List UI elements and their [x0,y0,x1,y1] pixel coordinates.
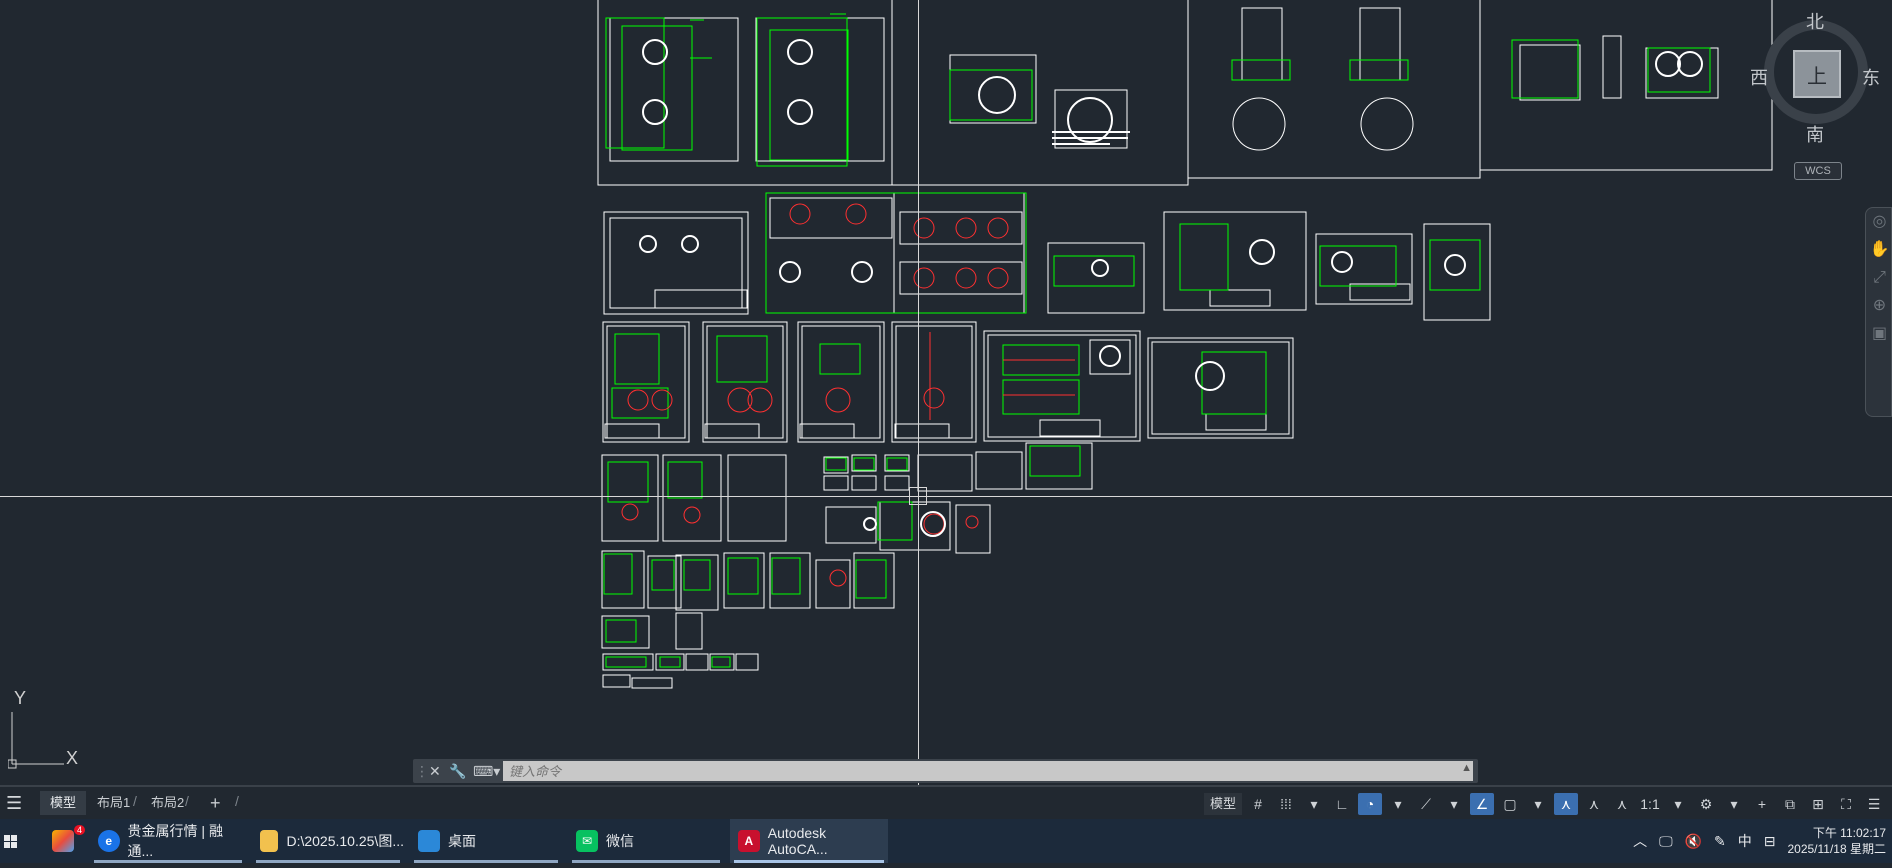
snap-dropdown-icon[interactable]: ▾ [1302,793,1326,815]
system-tray: ︿ 🖵 🔇 ✎ 中 ⊟ 下午 11:02:17 2025/11/18 星期二 [1633,819,1892,863]
auto-scale-icon[interactable]: ⋏ [1582,793,1606,815]
ucs-x-label: X [66,748,79,768]
tab-layout2[interactable]: 布局2 [141,791,194,815]
customize-wrench-icon[interactable]: 🔧 [449,759,466,783]
grid-icon[interactable]: # [1246,793,1270,815]
tray-overflow-chevron-icon[interactable]: ︿ [1633,831,1647,851]
crosshair-vertical [918,0,919,785]
pen-icon[interactable]: ✎ [1714,833,1726,850]
folder-icon [260,830,279,852]
layout-menu-icon[interactable]: ☰ [6,793,22,814]
tab-layout1[interactable]: 布局1 [87,791,140,815]
compass-south-label[interactable]: 南 [1806,121,1824,147]
compass-east-label[interactable]: 东 [1862,64,1880,90]
windows-taskbar: 4 e 贵金属行情 | 融通... D:\2025.10.25\图... 桌面 … [0,819,1892,863]
isodraft-dropdown-icon[interactable]: ▾ [1442,793,1466,815]
object-snap-dropdown-icon[interactable]: ▾ [1526,793,1550,815]
units-icon[interactable]: ⧉ [1778,793,1802,815]
ucs-y-label: Y [14,688,27,708]
isodraft-icon[interactable]: ⟋ [1414,793,1438,815]
orbit-icon[interactable]: ⊕ [1866,292,1892,320]
taskbar-app-browser[interactable]: e 贵金属行情 | 融通... [90,819,246,863]
app-store-icon [52,830,74,852]
viewcube-top-face[interactable]: 上 [1793,50,1841,98]
wechat-icon: ✉ [576,830,598,852]
command-line-close-icon[interactable]: ✕ [429,759,441,783]
workspace-dropdown-icon[interactable]: ▾ [1722,793,1746,815]
annotation-visibility-icon[interactable]: ⋏ [1554,793,1578,815]
taskbar-app-autocad[interactable]: A Autodesk AutoCA... [730,819,888,863]
object-snap-tracking-icon[interactable]: ∠ [1470,793,1494,815]
customization-menu-icon[interactable]: ☰ [1862,793,1886,815]
ucs-icon: Y X [7,688,88,772]
polar-tracking-icon[interactable]: ◔ [1358,793,1382,815]
clock-time: 下午 11:02:17 [1812,826,1886,840]
crosshair-horizontal [0,496,1892,497]
show-motion-icon[interactable]: ▣ [1866,320,1892,348]
command-line-grip-icon[interactable]: ⋮ [415,759,429,783]
taskbar-app-store[interactable]: 4 [44,819,86,863]
taskbar-app-explorer[interactable]: D:\2025.10.25\图... [252,819,404,863]
status-bar: ☰ 模型 / 布局1 / 布局2 + / 模型 # ⁞⁞⁞ ▾ ∟ ◔ ▾ ⟋ … [0,785,1892,819]
input-method-icon[interactable]: ⊟ [1764,833,1776,850]
navigation-bar: ◎ ✋ ⤢ ⊕ ▣ [1865,207,1892,417]
taskbar-app-label: Autodesk AutoCA... [767,825,828,857]
recent-commands-icon[interactable]: ⌨▾ [473,759,500,783]
taskbar-app-wechat[interactable]: ✉ 微信 [568,819,724,863]
command-history-arrow-icon[interactable]: ▲ [1461,762,1472,774]
compass-west-label[interactable]: 西 [1750,64,1768,90]
tab-model[interactable]: 模型 [40,791,87,815]
desktop-icon [418,830,440,852]
viewcube[interactable]: 北 南 西 东 上 WCS [1750,8,1880,180]
clock-date: 2025/11/18 星期二 [1787,842,1886,856]
model-space-button[interactable]: 模型 [1203,793,1242,815]
command-line: ⋮ ✕ 🔧 ⌨▾ ▲ [413,759,1478,783]
notification-badge: 4 [74,825,86,835]
object-snap-icon[interactable]: ▢ [1498,793,1522,815]
network-icon[interactable]: 🖵 [1659,833,1673,850]
add-layout-icon[interactable]: + [200,791,231,815]
quick-properties-icon[interactable]: ⊞ [1806,793,1830,815]
annotation-scale-icon[interactable]: ⋏ [1610,793,1634,815]
taskbar-app-label: 桌面 [448,833,476,849]
crosshair-pickbox [909,487,927,505]
drawing-sheets [597,0,1773,689]
taskbar-app-label: 微信 [606,833,634,849]
tab-separator: / [235,793,239,809]
steering-wheel-icon[interactable]: ◎ [1866,208,1892,236]
taskbar-app-desktop[interactable]: 桌面 [410,819,562,863]
annotation-monitor-icon[interactable]: + [1750,793,1774,815]
start-button[interactable] [0,819,40,863]
status-toggles: 模型 # ⁞⁞⁞ ▾ ∟ ◔ ▾ ⟋ ▾ ∠ ▢ ▾ ⋏ ⋏ ⋏ 1:1 ▾ ⚙… [1203,790,1892,818]
autocad-icon: A [738,830,760,852]
ortho-icon[interactable]: ∟ [1330,793,1354,815]
wcs-menu-button[interactable]: WCS [1794,162,1842,180]
clean-screen-icon[interactable]: ⛶ [1834,793,1858,815]
taskbar-app-label: 贵金属行情 | 融通... [127,823,223,859]
taskbar-app-label: D:\2025.10.25\图... [286,833,404,849]
compass-north-label[interactable]: 北 [1806,8,1824,34]
model-space-canvas[interactable]: 北 南 西 东 上 WCS ◎ ✋ ⤢ ⊕ ▣ Y X ⋮ ✕ 🔧 ⌨▾ ▲ [0,0,1892,785]
ime-mode-indicator[interactable]: 中 [1738,831,1752,851]
pan-hand-icon[interactable]: ✋ [1866,236,1892,264]
windows-logo-icon [4,835,17,848]
command-input[interactable] [503,761,1473,781]
browser-icon: e [98,830,120,852]
scale-dropdown-icon[interactable]: ▾ [1666,793,1690,815]
volume-muted-icon[interactable]: 🔇 [1685,833,1702,850]
snap-icon[interactable]: ⁞⁞⁞ [1274,793,1298,815]
zoom-extents-icon[interactable]: ⤢ [1866,264,1892,292]
annotation-scale-value[interactable]: 1:1 [1638,793,1662,815]
clock[interactable]: 下午 11:02:17 2025/11/18 星期二 [1787,825,1886,857]
workspace-gear-icon[interactable]: ⚙ [1694,793,1718,815]
polar-dropdown-icon[interactable]: ▾ [1386,793,1410,815]
